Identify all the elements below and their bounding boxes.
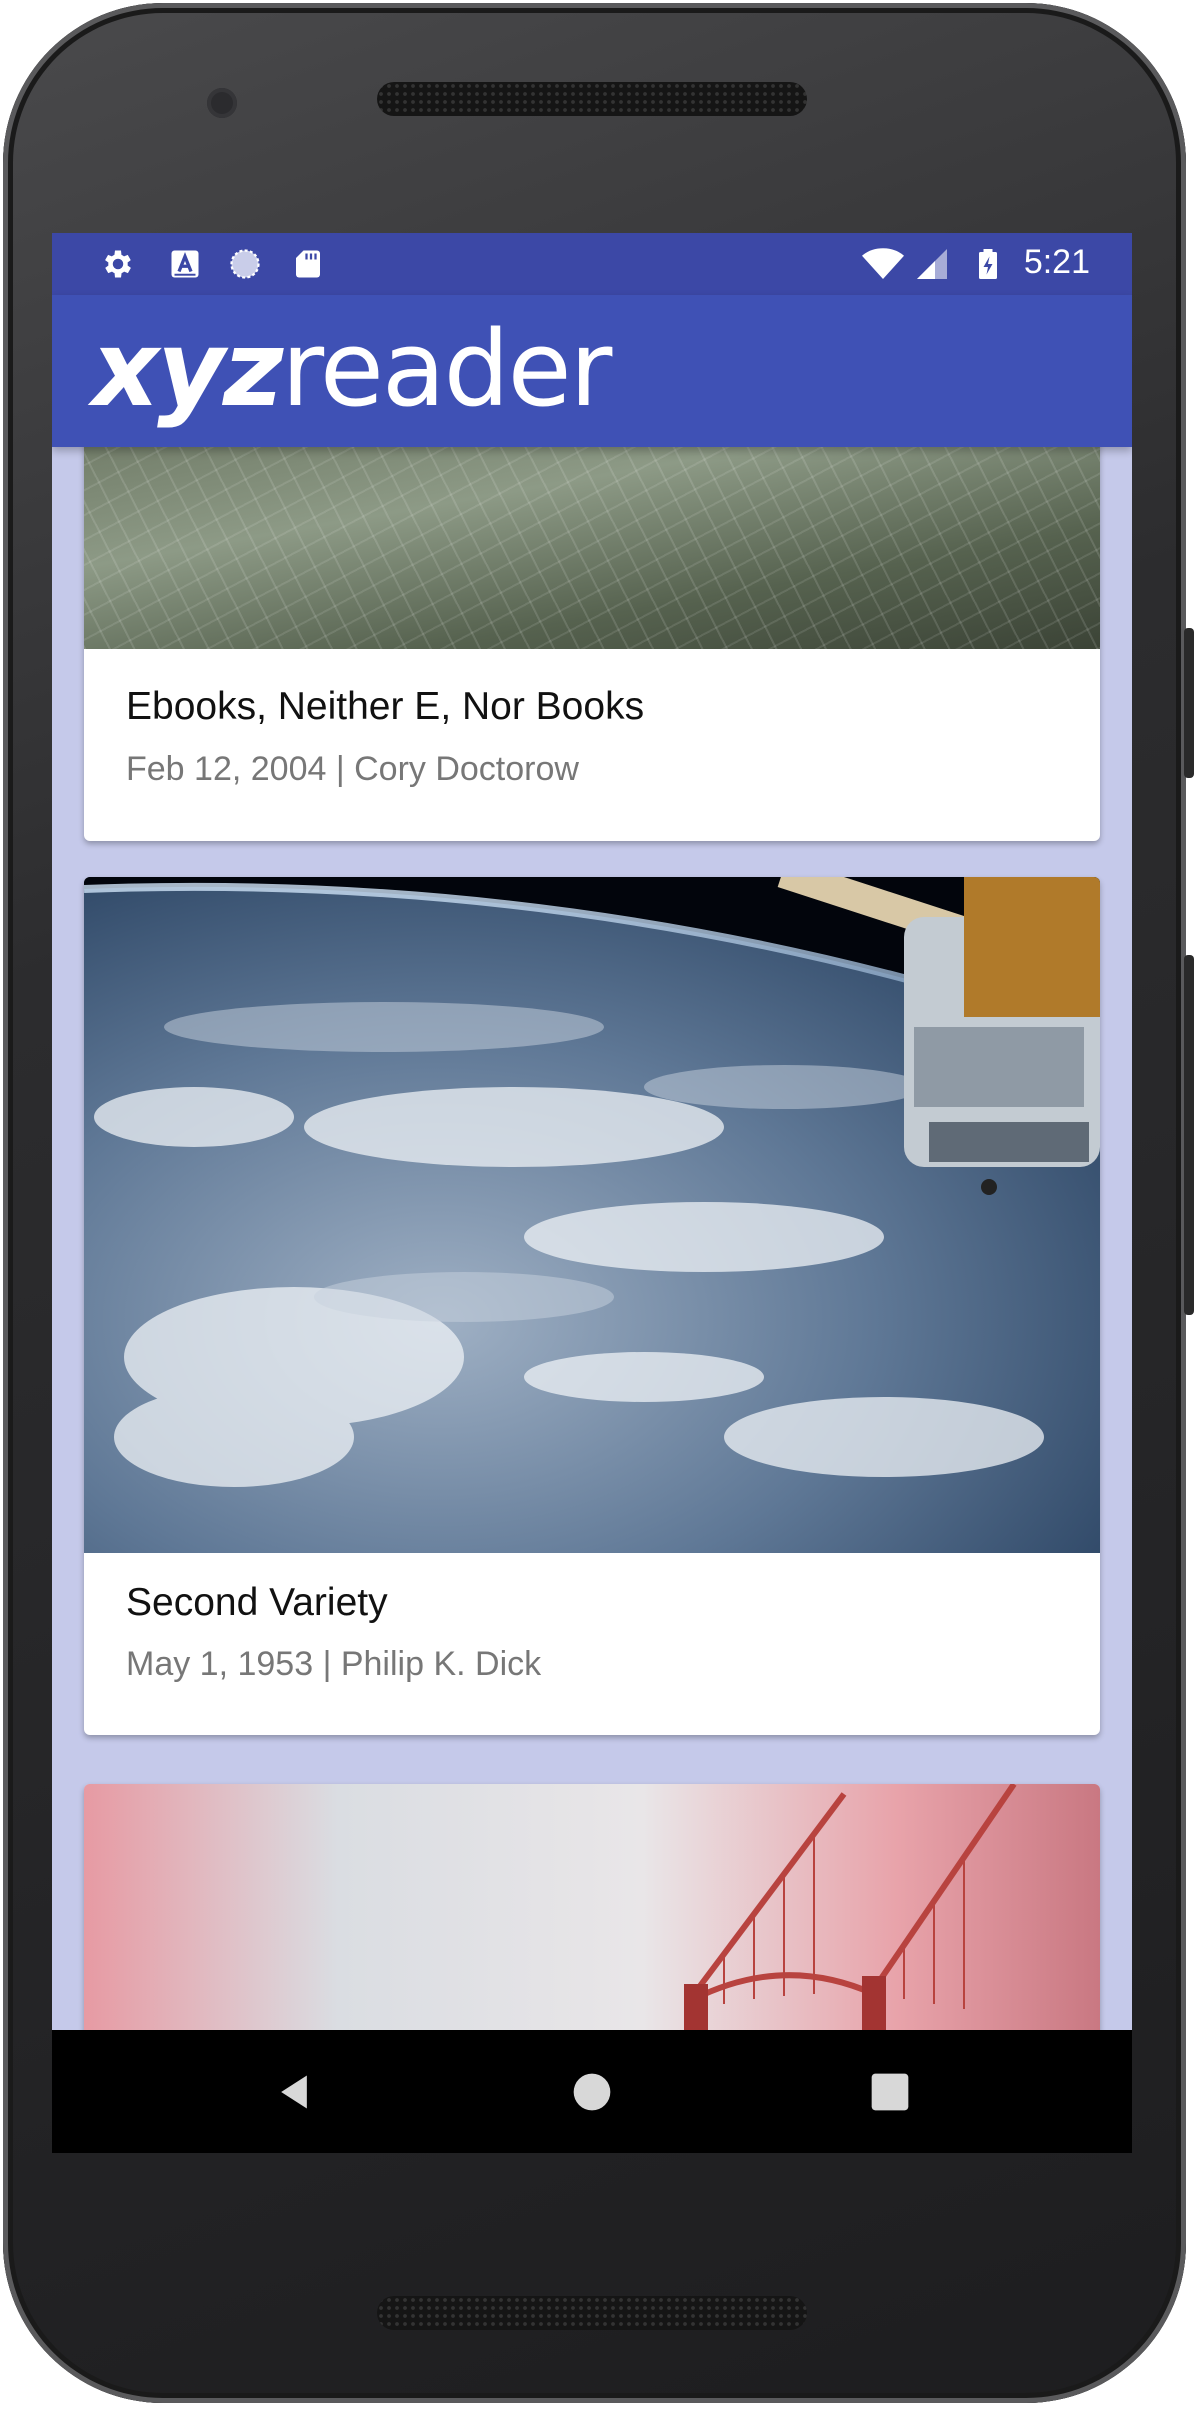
article-card[interactable]: Ebooks, Neither E, Nor Books Feb 12, 200… [84,447,1100,841]
recents-icon[interactable] [868,2070,912,2114]
navigation-bar [52,2030,1132,2153]
article-list[interactable]: Ebooks, Neither E, Nor Books Feb 12, 200… [52,447,1132,2030]
status-time: 5:21 [1023,243,1090,281]
status-bar: 5:21 [52,233,1132,295]
back-icon[interactable] [272,2070,316,2114]
screen: 5:21 xyzreader Ebooks, Neither E, Nor Bo… [52,233,1132,2153]
sync-circle-icon [230,249,260,279]
earpiece-speaker [377,82,807,116]
article-meta: May 1, 1953 | Philip K. Dick [126,1645,542,1683]
wifi-icon [862,248,904,279]
app-logo: xyzreader [92,317,612,421]
article-meta: Feb 12, 2004 | Cory Doctorow [126,750,579,788]
logo-light-text: reader [281,308,612,430]
text-a-icon [171,250,199,278]
article-thumbnail [84,877,1100,1553]
battery-charging-icon [979,249,997,279]
settings-icon [105,250,131,278]
article-card[interactable]: Second Variety May 1, 1953 | Philip K. D… [84,877,1100,1735]
app-bar: xyzreader [52,295,1132,447]
article-card[interactable] [84,1784,1100,2030]
article-title: Second Variety [126,1581,388,1624]
logo-bold-text: xyz [92,308,283,430]
home-icon[interactable] [570,2070,614,2114]
article-thumbnail [84,447,1100,649]
cell-signal-icon [917,249,947,279]
power-button [1184,628,1194,778]
article-title: Ebooks, Neither E, Nor Books [126,685,645,728]
front-camera [207,88,237,118]
article-thumbnail [84,1784,1100,2030]
bottom-speaker [377,2296,807,2330]
volume-rocker [1184,955,1194,1315]
sd-card-icon [296,250,320,278]
